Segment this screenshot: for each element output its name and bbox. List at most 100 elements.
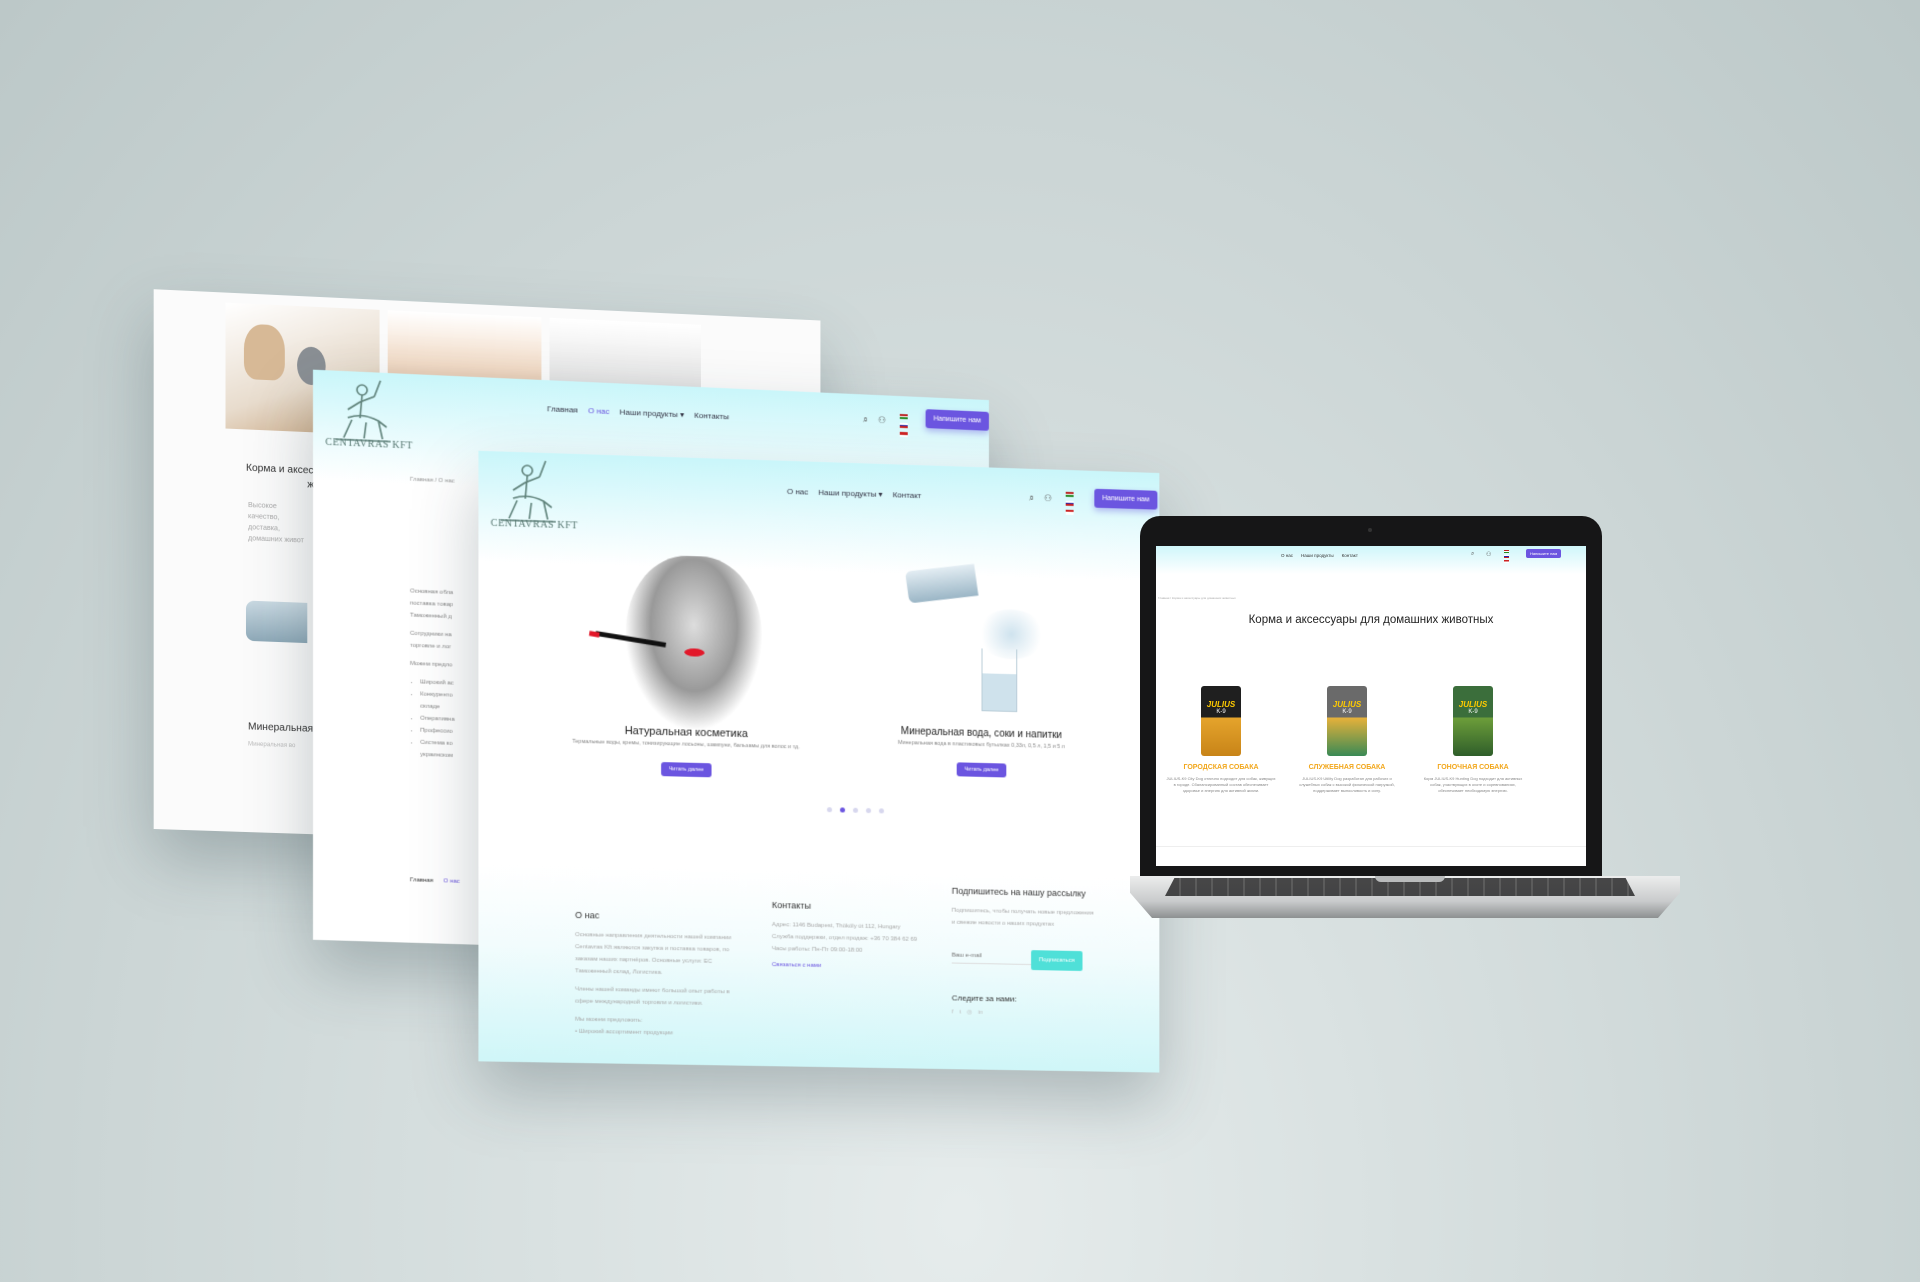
laptop-site-header: О нас Наши продукты Контакт ⌕ ⚇ Напишите… bbox=[1156, 546, 1586, 574]
carousel-dot[interactable] bbox=[827, 807, 832, 812]
product-image: JULIUS K-9 bbox=[1453, 686, 1493, 756]
product-image: JULIUS K-9 bbox=[1201, 686, 1241, 756]
header-tools: ⌕ ⚇ bbox=[1029, 493, 1052, 505]
flag-ru-icon[interactable] bbox=[1066, 501, 1074, 506]
footer-link-about[interactable]: О нас bbox=[443, 878, 459, 885]
site-header: CENTAVRAS KFT О нас Наши продукты ▾ Конт… bbox=[478, 451, 1159, 582]
carousel-dot[interactable] bbox=[853, 808, 858, 813]
main-nav: О нас Наши продукты ▾ Контакт bbox=[787, 487, 921, 500]
product-brand: JULIUS bbox=[1327, 686, 1367, 709]
newsletter-title: Подпишитесь на нашу рассылку bbox=[952, 885, 1130, 901]
read-more-button[interactable]: Читать далее bbox=[661, 762, 712, 777]
nav-products[interactable]: Наши продукты bbox=[1301, 553, 1334, 558]
footer-about-title: О нас bbox=[575, 909, 752, 925]
language-switcher[interactable] bbox=[1504, 550, 1510, 563]
carousel-dot[interactable] bbox=[879, 808, 884, 813]
product-description: Корм JULIUS-K9 Hunting Dog подходит для … bbox=[1418, 776, 1528, 794]
nav-contacts[interactable]: Контакты bbox=[694, 411, 729, 422]
centaur-logo-icon bbox=[491, 455, 572, 546]
footer-contacts-title: Контакты bbox=[772, 899, 937, 914]
read-more-button[interactable]: Читать далее bbox=[956, 762, 1006, 777]
product-model: K-9 bbox=[1453, 709, 1493, 715]
footer-text: Таможенный склад, Логистика. bbox=[575, 965, 752, 980]
product-card[interactable]: JULIUS K-9 СЛУЖЕБНАЯ СОБАКА JULIUS-K9 Ut… bbox=[1292, 686, 1402, 794]
nav-about[interactable]: О нас bbox=[787, 487, 808, 497]
search-icon[interactable]: ⌕ bbox=[863, 414, 868, 425]
back-mineral-text: Минеральная во bbox=[248, 741, 295, 749]
product-card[interactable]: JULIUS K-9 ГОРОДСКАЯ СОБАКА JULIUS-K9 Ci… bbox=[1166, 686, 1276, 794]
flag-hu-icon[interactable] bbox=[900, 414, 908, 419]
linkedin-icon[interactable]: in bbox=[978, 1007, 983, 1019]
product-title[interactable]: ГОНОЧНАЯ СОБАКА bbox=[1418, 764, 1528, 771]
laptop-mockup: О нас Наши продукты Контакт ⌕ ⚇ Напишите… bbox=[1140, 516, 1602, 886]
nav-contacts[interactable]: Контакт bbox=[893, 490, 922, 500]
contact-us-link[interactable]: Связаться с нами bbox=[772, 959, 937, 974]
product-card[interactable]: JULIUS K-9 ГОНОЧНАЯ СОБАКА Корм JULIUS-K… bbox=[1418, 686, 1528, 794]
product-brand: JULIUS bbox=[1201, 686, 1241, 709]
nav-about[interactable]: О нас bbox=[588, 406, 609, 416]
product-description: JULIUS-K9 City Dog отлично подходит для … bbox=[1166, 776, 1276, 794]
footer-about: О нас Основные направления деятельности … bbox=[575, 909, 752, 1041]
product-brand: JULIUS bbox=[1453, 686, 1493, 709]
user-icon[interactable]: ⚇ bbox=[878, 415, 886, 426]
chevron-down-icon: ▾ bbox=[879, 490, 883, 499]
footer-breadcrumb: Главная О нас bbox=[410, 877, 460, 885]
back-category-title: Корма и аксес bbox=[246, 463, 314, 477]
home-page-screenshot: CENTAVRAS KFT О нас Наши продукты ▾ Конт… bbox=[478, 451, 1159, 1073]
subscribe-button[interactable]: Подписаться bbox=[1031, 950, 1082, 971]
footer-link-home[interactable]: Главная bbox=[410, 877, 433, 884]
centaur-logo-icon bbox=[325, 374, 407, 466]
product-model: K-9 bbox=[1201, 709, 1241, 715]
product-image: JULIUS K-9 bbox=[1327, 686, 1367, 756]
laptop-notch bbox=[1375, 876, 1445, 882]
flag-alt-icon[interactable] bbox=[900, 432, 908, 437]
facebook-icon[interactable]: f bbox=[952, 1006, 954, 1018]
language-switcher[interactable] bbox=[1066, 492, 1076, 519]
category-title: Корма и аксессуары для домашних животных bbox=[1156, 614, 1586, 626]
breadcrumb: Главная / Корма и аксессуары для домашни… bbox=[1158, 596, 1236, 600]
flag-hu-icon[interactable] bbox=[1504, 550, 1509, 553]
product-model: K-9 bbox=[1327, 709, 1367, 715]
carousel-dot[interactable] bbox=[866, 808, 871, 813]
product-description: JULIUS-K9 Utility Dog разработан для раб… bbox=[1292, 776, 1402, 794]
mockup-scene: Корма и аксес ж Высокое качество, достав… bbox=[0, 0, 1920, 1282]
contact-us-button[interactable]: Напишите нам bbox=[1526, 549, 1561, 558]
footer-newsletter: Подпишитесь на нашу рассылку Подпишитесь… bbox=[952, 885, 1130, 1022]
nav-about[interactable]: О нас bbox=[1281, 553, 1293, 558]
user-icon[interactable]: ⚇ bbox=[1486, 551, 1491, 558]
instagram-icon[interactable]: ◎ bbox=[967, 1007, 972, 1019]
nav-home[interactable]: Главная bbox=[547, 404, 578, 414]
back-mineral-title: Минеральная bbox=[248, 721, 313, 734]
nav-products[interactable]: Наши продукты ▾ bbox=[620, 407, 685, 419]
flag-ru-icon[interactable] bbox=[1504, 555, 1509, 558]
site-footer: О нас Основные направления деятельности … bbox=[478, 865, 1159, 1073]
cosmetics-model-image bbox=[626, 554, 762, 730]
main-nav: Главная О нас Наши продукты ▾ Контакты bbox=[547, 404, 729, 421]
nav-contacts[interactable]: Контакт bbox=[1342, 553, 1358, 558]
slide-cosmetics: Натуральная косметика Термальные воды, к… bbox=[560, 723, 812, 779]
user-icon[interactable]: ⚇ bbox=[1044, 493, 1052, 504]
email-field[interactable] bbox=[952, 949, 1031, 965]
language-switcher[interactable] bbox=[900, 414, 910, 441]
flag-alt-icon[interactable] bbox=[1504, 560, 1509, 563]
nav-products[interactable]: Наши продукты ▾ bbox=[818, 488, 882, 499]
product-title[interactable]: ГОРОДСКАЯ СОБАКА bbox=[1166, 764, 1276, 771]
flag-hu-icon[interactable] bbox=[1066, 492, 1074, 497]
search-icon[interactable]: ⌕ bbox=[1471, 551, 1474, 558]
follow-us-label: Следите за нами: bbox=[952, 992, 1130, 1007]
carousel-dot-active[interactable] bbox=[840, 807, 845, 812]
chevron-down-icon: ▾ bbox=[680, 410, 684, 419]
flag-ru-icon[interactable] bbox=[900, 423, 908, 428]
twitter-icon[interactable]: t bbox=[959, 1006, 961, 1018]
flag-alt-icon[interactable] bbox=[1066, 510, 1074, 515]
newsletter-form: Подписаться bbox=[952, 949, 1130, 972]
contact-us-button[interactable]: Напишите нам bbox=[1094, 489, 1157, 510]
search-icon[interactable]: ⌕ bbox=[1029, 493, 1034, 504]
contact-us-button[interactable]: Напишите нам bbox=[926, 409, 989, 431]
footer-text: • Широкий ассортимент продукции bbox=[575, 1026, 752, 1041]
laptop-screen: О нас Наши продукты Контакт ⌕ ⚇ Напишите… bbox=[1156, 546, 1586, 866]
nav-products-label: Наши продукты bbox=[818, 488, 876, 499]
camera-icon bbox=[1368, 528, 1372, 532]
product-title[interactable]: СЛУЖЕБНАЯ СОБАКА bbox=[1292, 764, 1402, 771]
nav-products-label: Наши продукты bbox=[620, 407, 678, 419]
